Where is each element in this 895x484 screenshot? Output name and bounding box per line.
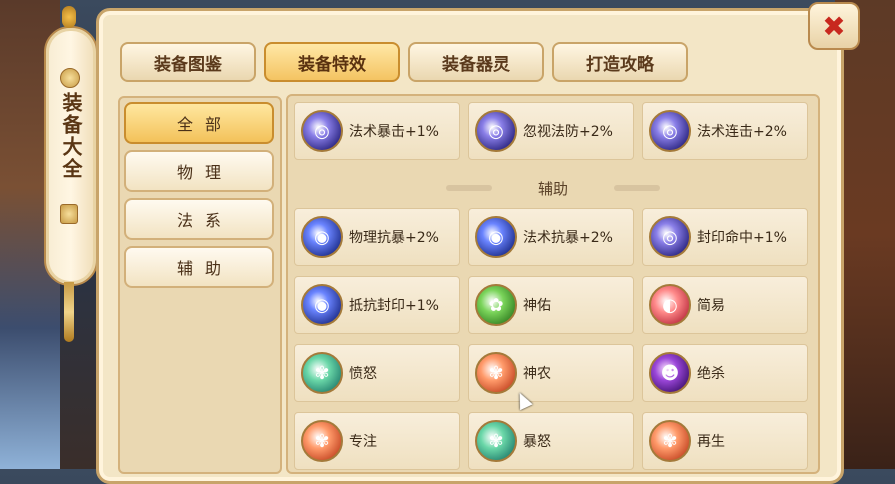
ignore-magic-def-icon: ◎ <box>475 110 517 152</box>
category-label: 辅助 <box>176 259 233 278</box>
effect-item[interactable]: ✾ 专注 <box>294 412 460 470</box>
effect-label: 法术连击+2% <box>697 124 787 140</box>
background-scenery-right <box>835 0 895 469</box>
category-all[interactable]: 全部 <box>124 102 274 144</box>
tab-label: 打造攻略 <box>586 54 654 75</box>
effect-item[interactable]: ✾ 再生 <box>642 412 808 470</box>
effect-item[interactable]: ◎ 法术暴击+1% <box>294 102 460 160</box>
tab-label: 装备图鉴 <box>154 54 222 75</box>
effect-item[interactable]: ◉ 抵抗封印+1% <box>294 276 460 334</box>
physical-crit-resist-icon: ◉ <box>301 216 343 258</box>
tab-equipment-spirit[interactable]: 装备器灵 <box>408 42 544 82</box>
regeneration-icon: ✾ <box>649 420 691 462</box>
effect-item[interactable]: ◉ 法术抗暴+2% <box>468 208 634 266</box>
effect-label: 专注 <box>349 434 377 450</box>
effect-label: 法术抗暴+2% <box>523 230 613 246</box>
tab-equipment-catalog[interactable]: 装备图鉴 <box>120 42 256 82</box>
section-header: 辅助 <box>288 170 818 206</box>
seal-resist-icon: ◉ <box>301 284 343 326</box>
tab-label: 装备特效 <box>298 54 366 75</box>
simple-icon: ◐ <box>649 284 691 326</box>
category-physical[interactable]: 物理 <box>124 150 274 192</box>
effect-item[interactable]: ☻ 绝杀 <box>642 344 808 402</box>
effect-label: 绝杀 <box>697 366 725 382</box>
category-label: 物理 <box>176 163 233 182</box>
effect-label: 暴怒 <box>523 434 551 450</box>
effect-item[interactable]: ◎ 法术连击+2% <box>642 102 808 160</box>
effect-item[interactable]: ✾ 神农 <box>468 344 634 402</box>
cloud-ornament-icon <box>445 185 492 191</box>
close-button[interactable]: ✖ <box>808 2 860 50</box>
spell-crit-resist-icon: ◉ <box>475 216 517 258</box>
fatal-strike-icon: ☻ <box>649 352 691 394</box>
rage-icon: ✾ <box>475 420 517 462</box>
effect-item[interactable]: ✿ 神佑 <box>468 276 634 334</box>
category-sidebar: 全部 物理 法系 辅助 <box>118 96 282 474</box>
effect-label: 神佑 <box>523 298 551 314</box>
effect-item[interactable]: ✾ 愤怒 <box>294 344 460 402</box>
tab-bar: 装备图鉴 装备特效 装备器灵 打造攻略 <box>120 42 688 82</box>
spell-combo-icon: ◎ <box>649 110 691 152</box>
effect-label: 再生 <box>697 434 725 450</box>
scroll-knot-icon <box>62 6 76 28</box>
shennong-icon: ✾ <box>475 352 517 394</box>
scroll-title: 装备大全 <box>59 92 83 180</box>
effect-label: 法术暴击+1% <box>349 124 439 140</box>
effect-label: 封印命中+1% <box>697 230 787 246</box>
category-support[interactable]: 辅助 <box>124 246 274 288</box>
effect-item[interactable]: ◉ 物理抗暴+2% <box>294 208 460 266</box>
anger-icon: ✾ <box>301 352 343 394</box>
effect-label: 简易 <box>697 298 725 314</box>
effect-label: 愤怒 <box>349 366 377 382</box>
effect-item[interactable]: ◎ 封印命中+1% <box>642 208 808 266</box>
divine-blessing-icon: ✿ <box>475 284 517 326</box>
tab-label: 装备器灵 <box>442 54 510 75</box>
cloud-ornament-icon <box>614 185 660 191</box>
section-title: 辅助 <box>537 179 568 198</box>
effect-label: 忽视法防+2% <box>523 124 613 140</box>
effects-list[interactable]: ◎ 法术暴击+1% ◎ 忽视法防+2% ◎ 法术连击+2% 辅助 ◉ 物理抗暴+… <box>286 94 820 474</box>
effect-item[interactable]: ◐ 简易 <box>642 276 808 334</box>
category-label: 法系 <box>176 211 233 230</box>
scroll-seal-icon <box>60 204 78 224</box>
tab-equipment-effects[interactable]: 装备特效 <box>264 42 400 82</box>
effect-item[interactable]: ◎ 忽视法防+2% <box>468 102 634 160</box>
effect-item[interactable]: ✾ 暴怒 <box>468 412 634 470</box>
scroll-medal-icon <box>60 68 80 88</box>
seal-hit-icon: ◎ <box>649 216 691 258</box>
category-label: 全部 <box>176 115 233 134</box>
focus-icon: ✾ <box>301 420 343 462</box>
tab-forging-guide[interactable]: 打造攻略 <box>552 42 688 82</box>
effect-label: 抵抗封印+1% <box>349 298 439 314</box>
spell-crit-icon: ◎ <box>301 110 343 152</box>
category-magic[interactable]: 法系 <box>124 198 274 240</box>
scroll-tassel-icon <box>64 282 74 342</box>
close-icon: ✖ <box>822 9 846 43</box>
effect-label: 物理抗暴+2% <box>349 230 439 246</box>
